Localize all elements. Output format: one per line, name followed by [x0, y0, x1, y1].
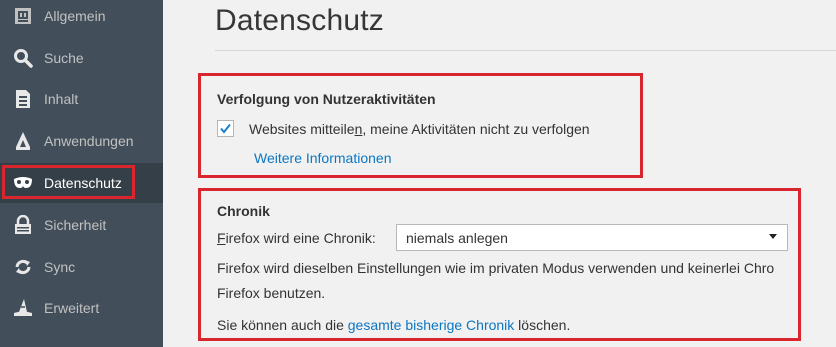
wizard-hat-icon: [12, 297, 34, 319]
clear-history-link[interactable]: gesamte bisherige Chronik: [348, 317, 515, 333]
sidebar-item-anwendungen[interactable]: Anwendungen: [0, 121, 163, 161]
search-icon: [12, 47, 34, 69]
history-select-label: Firefox wird eine Chronik:: [217, 230, 376, 246]
main-panel: Datenschutz Verfolgung von Nutzeraktivit…: [163, 0, 836, 347]
sidebar-item-label: Inhalt: [44, 91, 79, 107]
sidebar-item-label: Allgemein: [44, 8, 106, 24]
more-info-link[interactable]: Weitere Informationen: [254, 150, 391, 166]
sidebar-item-allgemein[interactable]: Allgemein: [0, 0, 163, 36]
sidebar-item-label: Sicherheit: [44, 217, 107, 233]
general-icon: [12, 5, 34, 27]
checkmark-icon: [220, 123, 231, 134]
history-description-line1: Firefox wird dieselben Einstellungen wie…: [217, 260, 775, 276]
sidebar-item-erweitert[interactable]: Erweitert: [0, 288, 163, 328]
sidebar-item-inhalt[interactable]: Inhalt: [0, 79, 163, 119]
highlight-box: [2, 165, 135, 199]
history-mode-select[interactable]: niemals anlegen: [396, 224, 788, 251]
sidebar-item-label: Sync: [44, 259, 76, 275]
history-heading: Chronik: [217, 203, 270, 219]
clear-history-text: Sie können auch die gesamte bisherige Ch…: [217, 317, 571, 333]
do-not-track-label[interactable]: Websites mitteilen, meine Aktivitäten ni…: [249, 121, 590, 137]
sidebar: Allgemein Suche Inhalt Anwendungen Daten…: [0, 0, 163, 347]
sidebar-item-datenschutz[interactable]: Datenschutz: [0, 163, 163, 203]
divider: [215, 50, 836, 51]
tracking-heading: Verfolgung von Nutzeraktivitäten: [217, 91, 436, 107]
sidebar-item-label: Erweitert: [44, 300, 100, 316]
applications-icon: [12, 130, 34, 152]
sidebar-item-sicherheit[interactable]: Sicherheit: [0, 205, 163, 245]
sidebar-item-sync[interactable]: Sync: [0, 247, 163, 287]
history-description-line2: Firefox benutzen.: [217, 285, 326, 301]
lock-icon: [12, 214, 34, 236]
document-icon: [12, 88, 34, 110]
page-title: Datenschutz: [215, 4, 384, 37]
sidebar-item-label: Anwendungen: [44, 133, 134, 149]
do-not-track-checkbox[interactable]: [217, 120, 234, 137]
chevron-down-icon: [769, 234, 777, 239]
sidebar-item-label: Suche: [44, 50, 84, 66]
sidebar-item-suche[interactable]: Suche: [0, 38, 163, 78]
select-value: niemals anlegen: [406, 230, 508, 246]
sync-icon: [12, 256, 34, 278]
